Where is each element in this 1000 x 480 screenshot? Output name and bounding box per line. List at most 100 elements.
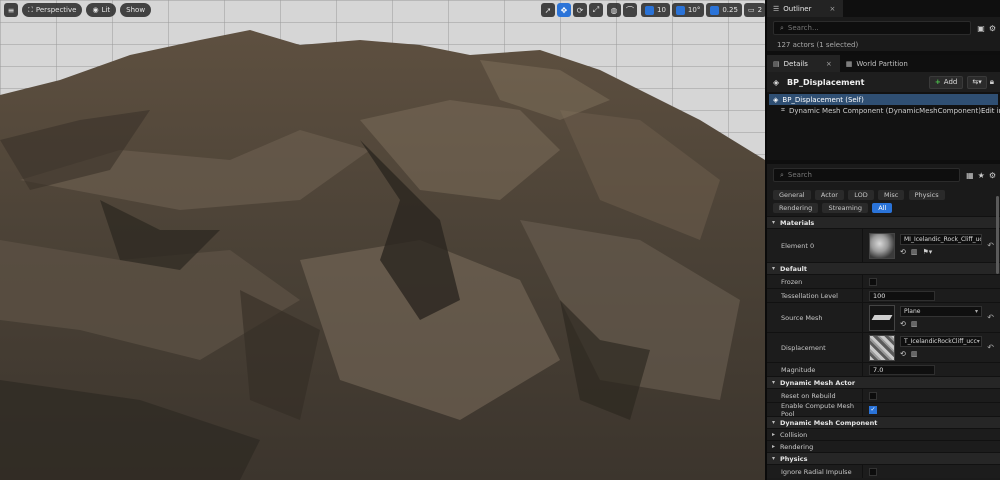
material-options-icon[interactable]: ⚑▾ — [923, 248, 933, 256]
magnitude-input[interactable]: 7.0 — [869, 364, 935, 375]
viewport-menu-button[interactable]: ≡ — [4, 3, 18, 17]
hamburger-icon: ≡ — [7, 5, 15, 15]
tab-outliner[interactable]: ☰ Outliner × — [767, 0, 844, 17]
surface-snap-button[interactable]: ⌒ — [623, 3, 637, 17]
prop-reset-on-rebuild: Reset on Rebuild — [767, 388, 1000, 402]
details-scrollbar[interactable] — [996, 196, 999, 274]
close-icon[interactable]: × — [826, 60, 832, 68]
tab-details[interactable]: ▤ Details × — [767, 55, 840, 72]
prop-ignore-radial-impulse: Ignore Radial Impulse — [767, 464, 1000, 478]
frozen-label: Frozen — [781, 277, 803, 286]
outliner-tabbar: ☰ Outliner × — [767, 0, 1000, 17]
blueprint-options-button[interactable]: ⇆▾ — [967, 75, 987, 89]
rotation-snap-value: 10° — [687, 6, 701, 14]
gear-icon[interactable]: ⚙ — [989, 24, 996, 33]
filter-misc[interactable]: Misc — [877, 190, 905, 200]
element0-label: Element 0 — [781, 241, 815, 250]
actor-count: 127 actors (1 selected) — [777, 41, 859, 49]
source-mesh-picker[interactable]: Plane — [900, 305, 982, 317]
scale-mode-button[interactable]: ⤢ — [589, 3, 603, 17]
add-folder-icon[interactable]: ▣ — [977, 24, 985, 33]
compute-mesh-pool-checkbox[interactable]: ✓ — [869, 405, 877, 414]
filter-streaming[interactable]: Streaming — [822, 203, 869, 213]
ignore-radial-label: Ignore Radial Impulse — [781, 467, 852, 476]
details-search-input[interactable]: ⌕ Search — [773, 168, 961, 182]
reset-icon[interactable]: ↶ — [987, 343, 994, 352]
browse-icon[interactable]: ▥ — [911, 248, 918, 256]
show-button[interactable]: Show — [120, 3, 152, 17]
category-materials[interactable]: ▾ Materials — [767, 216, 1000, 228]
camera-speed-button[interactable]: ▭ 2 — [743, 3, 765, 17]
level-viewport[interactable]: ≡ ⛶ Perspective ◉ Lit Show ➚ ✥ ⟳ ⤢ ◍ ⌒ 1… — [0, 0, 765, 480]
star-icon[interactable]: ★ — [978, 171, 985, 180]
subcategory-collision[interactable]: ▸ Collision — [767, 428, 1000, 440]
category-physics[interactable]: ▾ Physics — [767, 452, 1000, 464]
use-selected-icon[interactable]: ⟲ — [900, 320, 906, 328]
rotate-mode-button[interactable]: ⟳ — [573, 3, 587, 17]
tree-item-self[interactable]: ◈ BP_Displacement (Self) — [769, 94, 998, 105]
filter-rendering[interactable]: Rendering — [773, 203, 819, 213]
perspective-button[interactable]: ⛶ Perspective — [22, 3, 83, 17]
scale-snap-toggle[interactable]: 0.25 — [706, 3, 742, 17]
add-component-button[interactable]: + Add — [928, 75, 964, 89]
grid-snap-toggle[interactable]: 10 — [641, 3, 670, 17]
chevron-right-icon: ▸ — [772, 431, 776, 438]
category-dynamic-mesh-actor[interactable]: ▾ Dynamic Mesh Actor — [767, 376, 1000, 388]
category-dma-label: Dynamic Mesh Actor — [780, 378, 856, 387]
tree-item-dynamic-mesh[interactable]: ⌗ Dynamic Mesh Component (DynamicMeshCom… — [767, 105, 1000, 116]
filter-physics[interactable]: Physics — [908, 190, 945, 200]
frozen-checkbox[interactable] — [869, 277, 877, 286]
browse-icon[interactable]: ▥ — [911, 350, 918, 358]
displacement-texture-picker[interactable]: T_IcelandicRockCliff_ucc — [900, 335, 982, 347]
reset-icon[interactable]: ↶ — [987, 313, 994, 322]
lit-button[interactable]: ◉ Lit — [86, 3, 117, 17]
actor-icon: ◈ — [773, 95, 779, 104]
close-icon[interactable]: × — [829, 5, 835, 13]
rotation-snap-toggle[interactable]: 10° — [671, 3, 705, 17]
scale-snap-value: 0.25 — [722, 6, 738, 14]
chevron-down-icon: ▾ — [772, 219, 776, 226]
outliner-tab-label: Outliner — [783, 4, 812, 13]
edit-in-cpp-link[interactable]: Edit in C++ — [981, 107, 1000, 115]
filter-actor[interactable]: Actor — [814, 190, 844, 200]
displacement-thumbnail[interactable] — [869, 334, 895, 361]
lock-icon[interactable]: 🔒︎ — [990, 77, 994, 87]
prop-source-mesh: Source Mesh Plane ⟲ ▥ ↶ — [767, 302, 1000, 332]
tess-label: Tessellation Level — [781, 291, 838, 300]
property-matrix-icon[interactable]: ▦ — [966, 171, 974, 180]
translate-mode-button[interactable]: ✥ — [557, 3, 571, 17]
source-mesh-thumbnail[interactable] — [869, 304, 895, 331]
tab-world-partition[interactable]: ▦ World Partition — [840, 55, 916, 72]
grid-snap-value: 10 — [657, 6, 666, 14]
actor-name[interactable]: BP_Displacement — [787, 78, 929, 87]
element0-asset-picker[interactable]: MI_Icelandic_Rock_Cliff_ucdm — [900, 233, 982, 245]
reset-on-rebuild-checkbox[interactable] — [869, 391, 877, 400]
subcategory-rendering[interactable]: ▸ Rendering — [767, 440, 1000, 452]
reset-icon[interactable]: ↶ — [987, 241, 994, 250]
browse-icon[interactable]: ▥ — [911, 320, 918, 328]
filter-lod[interactable]: LOD — [848, 190, 874, 200]
lit-icon: ◉ — [92, 6, 99, 14]
use-selected-icon[interactable]: ⟲ — [900, 248, 906, 256]
gear-icon[interactable]: ⚙ — [989, 171, 996, 180]
material-thumbnail[interactable] — [869, 232, 895, 259]
tessellation-input[interactable]: 100 — [869, 290, 935, 301]
outliner-search-input[interactable]: ⌕ Search... — [773, 21, 972, 35]
filter-all[interactable]: All — [872, 203, 893, 213]
actor-title-row: ◈ BP_Displacement + Add ⇆▾ 🔒︎ — [767, 72, 1000, 92]
filter-general[interactable]: General — [773, 190, 811, 200]
world-local-button[interactable]: ◍ — [607, 3, 621, 17]
prop-compute-mesh-pool: Enable Compute Mesh Pool ✓ — [767, 402, 1000, 418]
category-dynamic-mesh-component[interactable]: ▾ Dynamic Mesh Component — [767, 416, 1000, 428]
add-label: Add — [943, 78, 958, 86]
scale-icon: ⤢ — [592, 5, 600, 14]
category-default[interactable]: ▾ Default — [767, 262, 1000, 274]
move-icon: ✥ — [560, 5, 568, 15]
use-selected-icon[interactable]: ⟲ — [900, 350, 906, 358]
prop-frozen: Frozen — [767, 274, 1000, 288]
ignore-radial-checkbox[interactable] — [869, 467, 877, 476]
select-mode-button[interactable]: ➚ — [541, 3, 555, 17]
outliner-search-placeholder: Search... — [787, 24, 819, 32]
actor-icon: ◈ — [773, 77, 780, 87]
outliner-icon: ☰ — [773, 4, 780, 13]
